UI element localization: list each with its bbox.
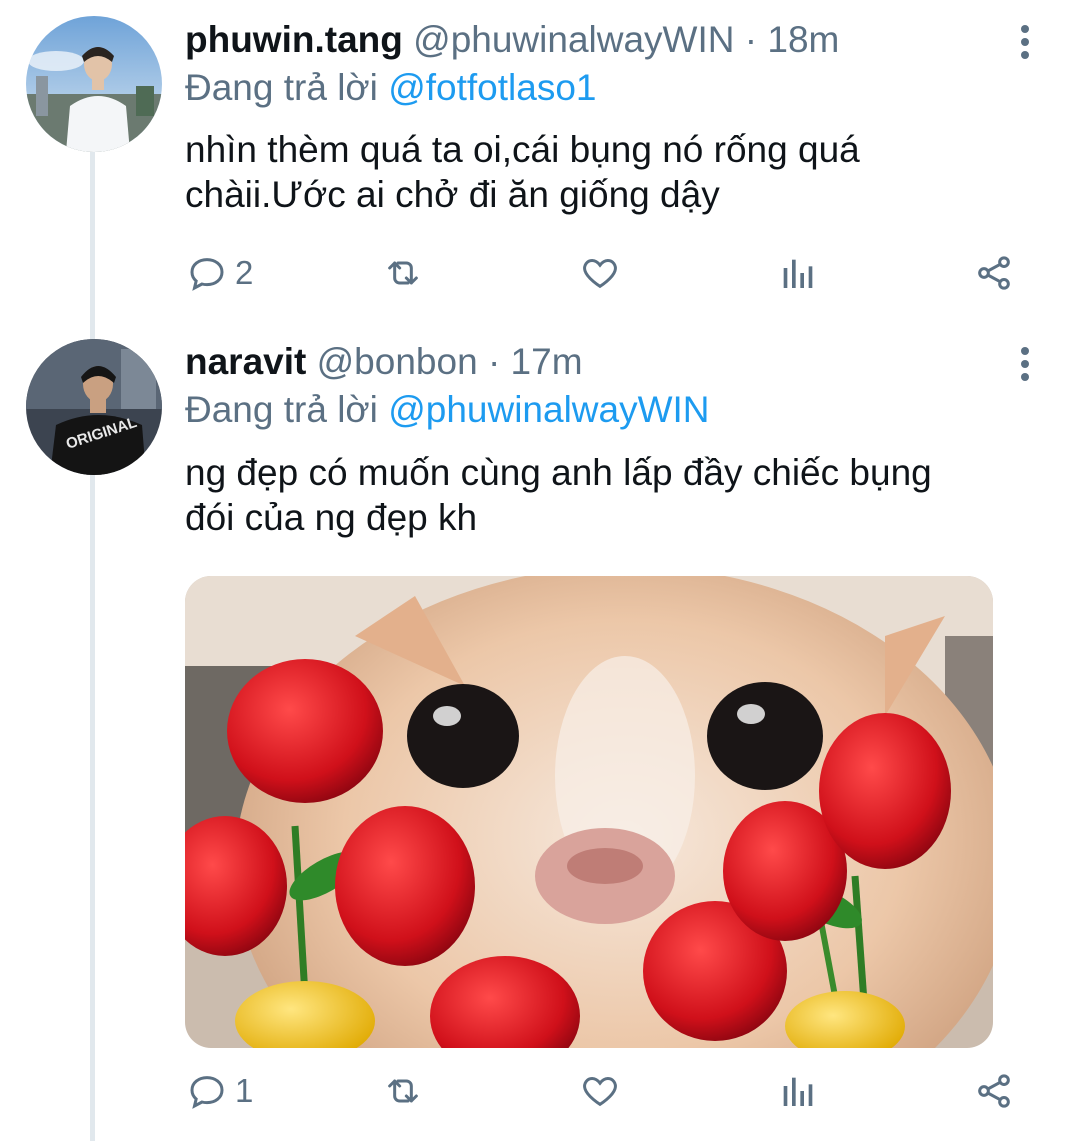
retweet-button[interactable] <box>383 248 423 298</box>
more-options-button[interactable] <box>1010 25 1040 65</box>
share-button[interactable] <box>974 1066 1014 1116</box>
tweet-text: ng đẹp có muốn cùng anh lấp đầy chiếc bụ… <box>185 450 1035 540</box>
share-icon <box>978 256 1010 290</box>
analytics-icon <box>783 259 813 288</box>
tweet-text-line: chàii.Ước ai chở đi ăn giống dậy <box>185 174 720 215</box>
separator: · <box>487 341 501 382</box>
timestamp[interactable]: 17m <box>511 341 583 382</box>
analytics-button[interactable] <box>777 1066 817 1116</box>
tweet-image[interactable] <box>185 576 993 1048</box>
avatar[interactable]: ORIGINAL <box>26 339 162 475</box>
reply-icon <box>190 1076 224 1109</box>
username[interactable]: @bonbon <box>317 341 478 382</box>
retweet-icon <box>388 1079 418 1103</box>
reply-button[interactable]: 1 <box>187 1066 253 1116</box>
reply-count: 2 <box>235 254 254 291</box>
replying-to: Đang trả lời @phuwinalwayWIN <box>185 388 710 432</box>
more-vertical-icon <box>1010 347 1040 381</box>
like-icon <box>583 1076 617 1107</box>
tweet-2[interactable]: ORIGINAL naravit @bonbon · 17m Đang trả … <box>0 320 1080 1141</box>
retweet-button[interactable] <box>383 1066 423 1116</box>
tweet-text-line: nhìn thèm quá ta oi,cái bụng nó rống quá <box>185 129 860 170</box>
mention-link[interactable]: @fotfotlaso1 <box>388 67 596 108</box>
tweet-text-line: đói của ng đẹp kh <box>185 497 478 538</box>
share-button[interactable] <box>974 248 1014 298</box>
username[interactable]: @phuwinalwayWIN <box>413 19 734 60</box>
display-name[interactable]: phuwin.tang <box>185 19 403 60</box>
reply-icon <box>190 258 224 291</box>
more-options-button[interactable] <box>1010 347 1040 387</box>
display-name[interactable]: naravit <box>185 341 306 382</box>
tweet-1[interactable]: phuwin.tang @phuwinalwayWIN · 18m Đang t… <box>0 0 1080 320</box>
more-vertical-icon <box>1010 25 1040 59</box>
like-button[interactable] <box>580 1066 620 1116</box>
like-button[interactable] <box>580 248 620 298</box>
tweet-text-line: ng đẹp có muốn cùng anh lấp đầy chiếc bụ… <box>185 452 932 493</box>
tweet-actions: 1 <box>0 1066 1080 1116</box>
reply-count: 1 <box>235 1072 254 1109</box>
analytics-button[interactable] <box>777 248 817 298</box>
like-icon <box>583 258 617 289</box>
replying-to: Đang trả lời @fotfotlaso1 <box>185 66 596 110</box>
avatar[interactable] <box>26 16 162 152</box>
mention-link[interactable]: @phuwinalwayWIN <box>388 389 709 430</box>
tweet-actions: 2 <box>0 248 1080 298</box>
tweet-header: phuwin.tang @phuwinalwayWIN · 18m <box>185 18 839 62</box>
timestamp[interactable]: 18m <box>767 19 839 60</box>
replying-to-label: Đang trả lời <box>185 389 378 430</box>
share-icon <box>978 1074 1010 1108</box>
reply-button[interactable]: 2 <box>187 248 253 298</box>
retweet-icon <box>388 261 418 285</box>
tweet-text: nhìn thèm quá ta oi,cái bụng nó rống quá… <box>185 127 1035 217</box>
replying-to-label: Đang trả lời <box>185 67 378 108</box>
tweet-header: naravit @bonbon · 17m <box>185 340 583 384</box>
separator: · <box>744 19 758 60</box>
analytics-icon <box>783 1077 813 1106</box>
